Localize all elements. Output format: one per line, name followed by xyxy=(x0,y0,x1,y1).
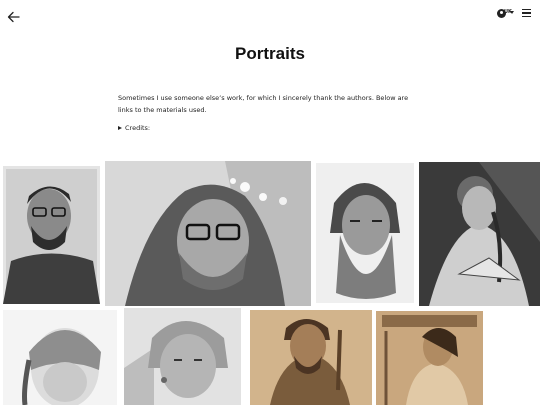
gallery-image[interactable] xyxy=(105,161,311,306)
intro-text: Sometimes I use someone else’s work, for… xyxy=(118,94,409,114)
page-title: Portraits xyxy=(235,44,305,63)
credits-label: Credits: xyxy=(125,124,151,132)
top-bar: UK xyxy=(0,0,540,28)
gallery-image[interactable] xyxy=(250,310,372,405)
arrow-left-icon xyxy=(7,11,20,23)
gallery-image[interactable] xyxy=(316,163,414,303)
menu-button[interactable] xyxy=(522,9,531,17)
language-selector[interactable]: UK xyxy=(497,8,515,20)
gallery-image[interactable] xyxy=(124,308,241,405)
hamburger-menu-icon xyxy=(522,9,531,11)
gallery-image[interactable] xyxy=(419,162,540,306)
gallery-image[interactable] xyxy=(3,310,117,405)
gallery-image[interactable] xyxy=(3,166,100,304)
back-button[interactable] xyxy=(7,8,21,23)
chevron-down-icon xyxy=(510,11,514,14)
gallery-image[interactable] xyxy=(376,311,483,405)
disclosure-triangle-icon xyxy=(118,126,122,130)
credits-toggle[interactable]: Credits: xyxy=(118,124,150,132)
